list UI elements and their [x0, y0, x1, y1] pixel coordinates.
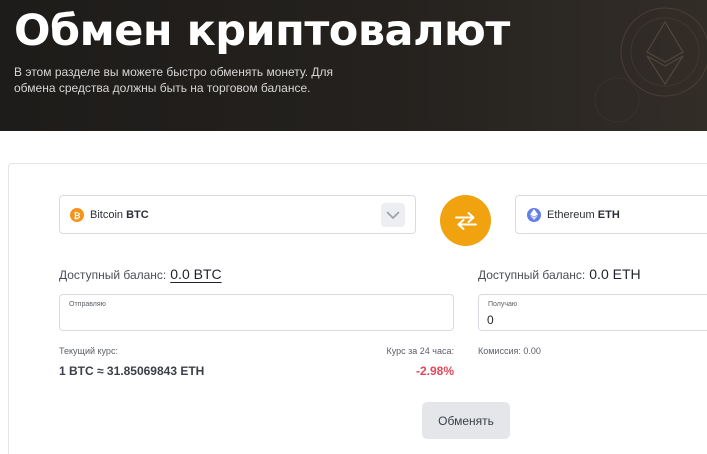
from-coin-select[interactable]: ₿ Bitcoin BTC	[59, 195, 416, 234]
receive-amount-input[interactable]	[487, 311, 707, 328]
page-title: Обмен криптовалют	[14, 6, 510, 56]
page-description: В этом разделе вы можете быстро обменять…	[14, 65, 333, 95]
bitcoin-icon: ₿	[70, 207, 84, 222]
rate-24h-label: Курс за 24 часа:	[386, 346, 455, 356]
send-amount-field[interactable]: Отправляю	[59, 294, 454, 331]
swap-currencies-button[interactable]	[440, 195, 491, 246]
current-rate-value: 1 BTC ≈ 31.85069843 ETH	[59, 364, 205, 378]
to-balance-value: 0.0 ETH	[589, 266, 641, 282]
receive-amount-label: Получаю	[488, 301, 518, 308]
send-amount-input[interactable]	[68, 311, 445, 328]
rate-24h-change: -2.98%	[415, 364, 454, 378]
ethereum-icon	[527, 207, 541, 222]
ethereum-watermark-icon	[594, 7, 707, 123]
svg-text:₿: ₿	[74, 210, 81, 220]
commission-text: Комиссия: 0.00	[478, 346, 541, 356]
exchange-button[interactable]: Обменять	[422, 402, 510, 439]
to-balance: Доступный баланс: 0.0 ETH	[478, 266, 641, 282]
to-coin-name: Ethereum ETH	[547, 208, 620, 221]
to-coin-select[interactable]: Ethereum ETH	[515, 195, 707, 234]
chevron-down-icon	[386, 211, 400, 219]
swap-arrows-icon	[454, 211, 477, 230]
current-rate-label: Текущий курс:	[59, 346, 118, 356]
header-banner: Обмен криптовалют В этом разделе вы може…	[0, 0, 707, 131]
receive-amount-field[interactable]: Получаю	[478, 294, 707, 331]
from-balance: Доступный баланс: 0.0 BTC	[59, 266, 222, 282]
send-amount-label: Отправляю	[69, 301, 106, 308]
from-coin-name: Bitcoin BTC	[90, 208, 149, 221]
from-balance-value[interactable]: 0.0 BTC	[170, 266, 221, 282]
from-coin-dropdown-toggle[interactable]	[381, 203, 405, 227]
